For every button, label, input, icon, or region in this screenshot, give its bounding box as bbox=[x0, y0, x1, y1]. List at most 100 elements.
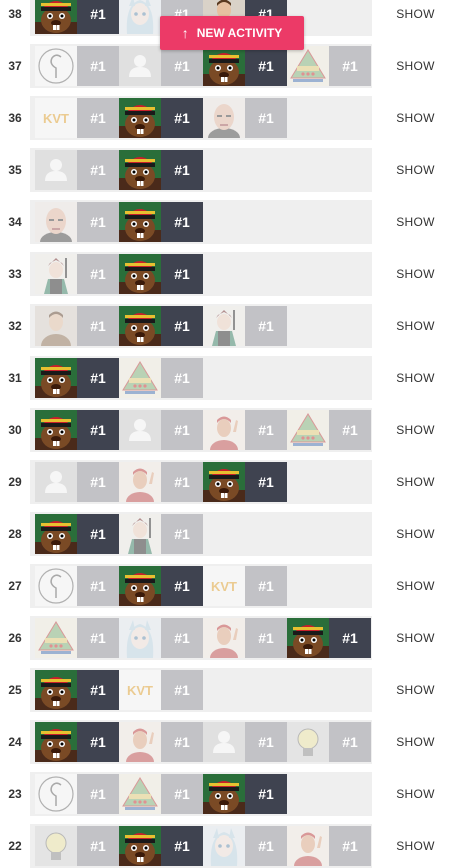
rank-badge: #1 bbox=[77, 826, 119, 866]
kvt-avatar: KVT bbox=[119, 670, 161, 710]
rank-entry[interactable]: #1 bbox=[119, 358, 203, 398]
show-button[interactable]: SHOW bbox=[372, 616, 459, 660]
rank-entry[interactable]: KVT #1 bbox=[203, 566, 287, 606]
rank-entry[interactable]: #1 bbox=[119, 150, 203, 190]
beaver-avatar bbox=[119, 826, 161, 866]
show-button[interactable]: SHOW bbox=[372, 824, 459, 868]
rank-entry[interactable]: #1 bbox=[203, 306, 287, 346]
rank-entry[interactable]: #1 bbox=[203, 410, 287, 450]
rank-entry[interactable]: #1 bbox=[35, 514, 119, 554]
rank-entry[interactable]: #1 bbox=[35, 150, 119, 190]
row-number: 35 bbox=[0, 148, 30, 192]
rank-badge: #1 bbox=[77, 774, 119, 814]
rank-entry[interactable]: #1 bbox=[119, 514, 203, 554]
rank-entry[interactable]: #1 bbox=[119, 618, 203, 658]
rank-entry[interactable]: #1 bbox=[203, 826, 287, 866]
rank-entry[interactable]: #1 bbox=[35, 722, 119, 762]
rank-entry[interactable]: #1 bbox=[203, 98, 287, 138]
placeholder-avatar bbox=[119, 410, 161, 450]
svg-text:KVT: KVT bbox=[211, 579, 237, 594]
rank-entry[interactable]: #1 bbox=[119, 46, 203, 86]
rank-entry[interactable]: #1 bbox=[35, 462, 119, 502]
rank-entry[interactable]: #1 bbox=[35, 618, 119, 658]
beaver-avatar bbox=[287, 618, 329, 658]
rank-entry[interactable]: #1 bbox=[119, 410, 203, 450]
rank-entry[interactable]: #1 bbox=[203, 46, 287, 86]
list-row: 29 #1 #1 #1 SHOW bbox=[0, 460, 459, 504]
show-button[interactable]: SHOW bbox=[372, 200, 459, 244]
show-button[interactable]: SHOW bbox=[372, 564, 459, 608]
beaver-avatar bbox=[35, 514, 77, 554]
rank-entry[interactable]: #1 bbox=[203, 462, 287, 502]
rank-entry[interactable]: #1 bbox=[35, 826, 119, 866]
rank-entry[interactable]: #1 bbox=[119, 774, 203, 814]
rank-badge: #1 bbox=[77, 670, 119, 710]
rank-badge: #1 bbox=[161, 254, 203, 294]
rank-entry[interactable]: #1 bbox=[35, 254, 119, 294]
show-button[interactable]: SHOW bbox=[372, 304, 459, 348]
show-button[interactable]: SHOW bbox=[372, 148, 459, 192]
placeholder-avatar bbox=[35, 150, 77, 190]
show-button[interactable]: SHOW bbox=[372, 408, 459, 452]
show-button[interactable]: SHOW bbox=[372, 252, 459, 296]
placeholder-avatar bbox=[119, 46, 161, 86]
rank-entry[interactable]: #1 bbox=[35, 358, 119, 398]
rank-entry[interactable]: #1 bbox=[35, 774, 119, 814]
rank-entry[interactable]: #1 bbox=[287, 618, 371, 658]
rank-entry[interactable]: #1 bbox=[119, 462, 203, 502]
rank-entry[interactable]: #1 bbox=[119, 254, 203, 294]
show-button[interactable]: SHOW bbox=[372, 772, 459, 816]
rank-entry[interactable]: #1 bbox=[35, 0, 119, 34]
rank-entry[interactable]: #1 bbox=[119, 202, 203, 242]
rank-entry[interactable]: #1 bbox=[287, 826, 371, 866]
rank-entry[interactable]: #1 bbox=[35, 306, 119, 346]
rank-entry[interactable]: #1 bbox=[35, 46, 119, 86]
rank-entry[interactable]: #1 bbox=[119, 826, 203, 866]
rank-entry[interactable]: #1 bbox=[119, 306, 203, 346]
show-button[interactable]: SHOW bbox=[372, 720, 459, 764]
rank-entry[interactable]: #1 bbox=[35, 566, 119, 606]
row-number: 26 bbox=[0, 616, 30, 660]
rank-badge: #1 bbox=[245, 306, 287, 346]
rank-entry[interactable]: KVT #1 bbox=[119, 670, 203, 710]
rank-entry[interactable]: #1 bbox=[203, 774, 287, 814]
rank-badge: #1 bbox=[77, 98, 119, 138]
show-button[interactable]: SHOW bbox=[372, 460, 459, 504]
rank-entry[interactable]: #1 bbox=[203, 722, 287, 762]
rank-badge: #1 bbox=[77, 46, 119, 86]
list-row: 30 #1 #1 #1 #1 SHOW bbox=[0, 408, 459, 452]
show-button[interactable]: SHOW bbox=[372, 96, 459, 140]
rank-entry[interactable]: #1 bbox=[35, 202, 119, 242]
placeholder-avatar bbox=[203, 722, 245, 762]
rank-entry[interactable]: #1 bbox=[287, 46, 371, 86]
show-button[interactable]: SHOW bbox=[372, 512, 459, 556]
rank-entry[interactable]: #1 bbox=[119, 566, 203, 606]
rank-badge: #1 bbox=[77, 722, 119, 762]
row-number: 22 bbox=[0, 824, 30, 868]
rank-badge: #1 bbox=[245, 618, 287, 658]
beaver-avatar bbox=[119, 98, 161, 138]
rank-entry[interactable]: #1 bbox=[119, 722, 203, 762]
new-activity-button[interactable]: ↑ NEW ACTIVITY bbox=[160, 16, 304, 50]
show-button[interactable]: SHOW bbox=[372, 668, 459, 712]
show-button[interactable]: SHOW bbox=[372, 44, 459, 88]
rank-badge: #1 bbox=[161, 410, 203, 450]
row-number: 24 bbox=[0, 720, 30, 764]
rank-badge: #1 bbox=[161, 670, 203, 710]
peace-man-avatar bbox=[119, 462, 161, 502]
rank-entry[interactable]: #1 bbox=[203, 618, 287, 658]
row-number: 32 bbox=[0, 304, 30, 348]
beaver-avatar bbox=[119, 150, 161, 190]
show-button[interactable]: SHOW bbox=[372, 0, 459, 36]
rank-entry[interactable]: #1 bbox=[35, 410, 119, 450]
rank-entry[interactable]: #1 bbox=[287, 410, 371, 450]
anime-boy-avatar bbox=[203, 306, 245, 346]
rank-entry[interactable]: KVT #1 bbox=[35, 98, 119, 138]
rank-entry[interactable]: #1 bbox=[287, 722, 371, 762]
rank-entry[interactable]: #1 bbox=[35, 670, 119, 710]
rank-badge: #1 bbox=[329, 826, 371, 866]
rank-entry[interactable]: #1 bbox=[119, 98, 203, 138]
show-button[interactable]: SHOW bbox=[372, 356, 459, 400]
row-number: 36 bbox=[0, 96, 30, 140]
peace-man-avatar bbox=[287, 826, 329, 866]
